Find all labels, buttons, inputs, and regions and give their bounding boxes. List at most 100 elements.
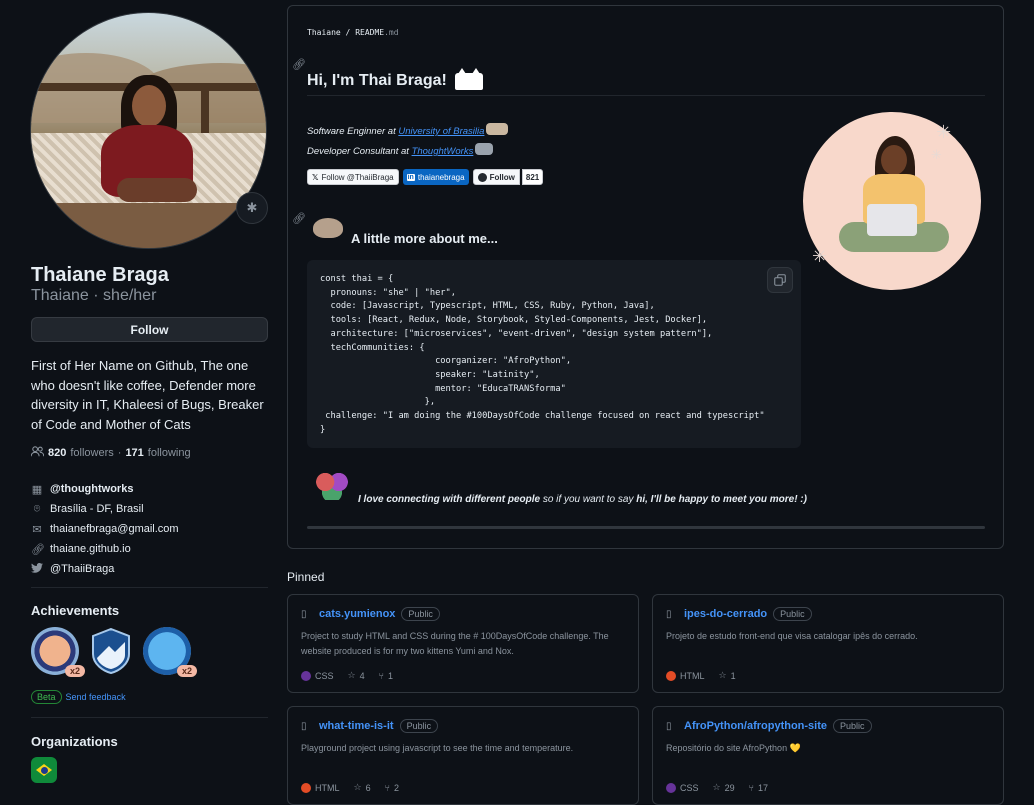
readme-title: Hi, I'm Thai Braga! — [307, 67, 483, 90]
repo-description: Project to study HTML and CSS during the… — [301, 631, 609, 656]
code-line: }, — [320, 397, 436, 408]
crumb-extension: .md — [384, 28, 399, 37]
pinned-repo-card: ▯ cats.yumienox Public Project to study … — [287, 594, 639, 693]
cat-mask-badge-icon[interactable]: x2 — [31, 627, 85, 677]
code-line: const thai = { — [320, 274, 394, 284]
repo-meta: CSS ☆ 4 ⑂ 1 — [301, 670, 393, 681]
building-icon: ▦ — [31, 483, 43, 496]
github-follow-label: Follow — [489, 172, 515, 182]
more-about-heading: A little more about me... — [351, 231, 498, 246]
beta-feedback: Beta Send feedback — [31, 690, 126, 704]
shark-badge-icon[interactable]: x2 — [143, 627, 197, 677]
company-text[interactable]: @thoughtworks — [50, 483, 133, 495]
follow-stats: 820 followers · 171 following — [30, 446, 191, 460]
linkedin-badge[interactable]: in thaianebraga — [402, 169, 469, 185]
tea-icon — [486, 123, 509, 135]
organizations-heading: Organizations — [31, 734, 118, 749]
x-logo-icon: 𝕏 — [312, 172, 319, 182]
social-badges: 𝕏 Follow @ThaiiBraga in thaianebraga Fol… — [307, 169, 544, 185]
repo-icon: ▯ — [301, 608, 307, 620]
repo-name-link[interactable]: what-time-is-it — [319, 720, 394, 732]
github-icon — [477, 172, 487, 182]
email-link[interactable]: thaianefbraga@gmail.com — [50, 523, 179, 535]
quote-middle: so if you want to say — [540, 494, 637, 505]
language-color-dot — [301, 782, 311, 793]
twitter-link[interactable]: @ThaiiBraga — [50, 563, 114, 575]
code-line: mentor: "EducaTRANSforma" — [320, 383, 566, 394]
github-follow-badge[interactable]: Follow 821 — [472, 169, 544, 185]
repo-language: HTML — [680, 670, 705, 681]
status-icon[interactable]: ✱ — [236, 192, 268, 224]
location-item: ⌾ Brasília - DF, Brasil — [31, 499, 179, 519]
repo-meta: HTML ☆ 6 ⑂ 2 — [301, 782, 399, 793]
repo-description: Playground project using javascript to s… — [301, 743, 574, 753]
pinned-repo-card: ▯ ipes-do-cerrado Public Projeto de estu… — [652, 594, 1004, 693]
star-icon: ☆ — [712, 782, 721, 792]
code-line: tools: [React, Redux, Node, Storybook, S… — [320, 315, 708, 326]
thoughtworks-link[interactable]: ThoughtWorks — [412, 146, 474, 157]
link-icon: 🔗︎ — [31, 543, 45, 556]
repo-stars[interactable]: ☆ 6 — [354, 782, 371, 793]
followers-label[interactable]: followers — [70, 447, 113, 459]
copy-icon[interactable] — [767, 267, 793, 293]
crumb-separator: / — [345, 28, 351, 37]
website-link[interactable]: thaiane.github.io — [50, 543, 131, 555]
beta-label: Beta — [31, 690, 62, 704]
arctic-badge-icon[interactable] — [87, 627, 135, 675]
repo-meta: CSS ☆ 29 ⑂ 17 — [666, 782, 768, 793]
quote-bold-1: I love connecting with different people — [358, 494, 541, 505]
avatar[interactable] — [31, 13, 266, 248]
send-feedback-link[interactable]: Send feedback — [66, 692, 126, 702]
repo-forks[interactable]: ⑂ 17 — [749, 783, 768, 793]
badge-count: x2 — [176, 665, 197, 677]
profile-bio: First of Her Name on Github, The one who… — [31, 358, 264, 432]
repo-name-link[interactable]: ipes-do-cerrado — [684, 608, 767, 620]
code-line: } — [320, 424, 326, 435]
twitter-follow-badge[interactable]: 𝕏 Follow @ThaiiBraga — [307, 169, 399, 185]
followers-count[interactable]: 820 — [48, 447, 66, 459]
repo-name-link[interactable]: AfroPython/afropython-site — [684, 720, 827, 732]
repo-description: Repositório do site AfroPython 💛 — [666, 743, 801, 753]
following-label[interactable]: following — [148, 447, 191, 459]
email-item: ✉ thaianefbraga@gmail.com — [31, 519, 179, 539]
anchor-link-icon[interactable]: 🔗︎ — [292, 212, 306, 225]
repo-icon: ▯ — [666, 720, 672, 732]
repo-icon: ▯ — [301, 720, 307, 732]
repo-language: HTML — [315, 782, 340, 793]
language-color-dot — [666, 782, 676, 793]
fork-icon: ⑂ — [378, 670, 385, 681]
quote-bold-2: hi, I'll be happy to meet you more! :) — [636, 494, 807, 505]
follow-button[interactable]: Follow — [31, 317, 268, 342]
badge-count: x2 — [64, 665, 85, 677]
following-count[interactable]: 171 — [125, 447, 143, 459]
star-icon: ☆ — [347, 670, 356, 680]
anchor-link-icon[interactable]: 🔗︎ — [292, 58, 306, 71]
repo-description: Projeto de estudo front-end que visa cat… — [666, 631, 918, 641]
pinned-repo-card: ▯ AfroPython/afropython-site Public Repo… — [652, 706, 1004, 805]
repo-name-link[interactable]: cats.yumienox — [319, 608, 395, 620]
brazil-flag-org-icon[interactable] — [31, 757, 57, 783]
achievements-heading[interactable]: Achievements — [31, 603, 119, 618]
crumb-user[interactable]: Thaiane — [307, 28, 341, 37]
repo-icon: ▯ — [666, 608, 672, 620]
role-line-1: Software Enginner at University of Brasi… — [307, 123, 509, 137]
website-item: 🔗︎ thaiane.github.io — [31, 539, 179, 559]
people-icon — [30, 446, 45, 460]
profile-details: ▦ @thoughtworks ⌾ Brasília - DF, Brasil … — [31, 479, 179, 579]
title-rule — [307, 95, 985, 96]
achievement-badges: x2 x2 — [31, 627, 197, 677]
star-icon: ☆ — [353, 782, 362, 792]
university-link[interactable]: University of Brasilia — [398, 126, 484, 137]
repo-forks[interactable]: ⑂ 2 — [385, 783, 399, 793]
visibility-badge: Public — [399, 719, 439, 733]
repo-stars[interactable]: ☆ 4 — [348, 670, 365, 681]
repo-forks[interactable]: ⑂ 1 — [379, 671, 393, 681]
readme-title-text: Hi, I'm Thai Braga! — [307, 72, 447, 89]
repo-stars[interactable]: ☆ 29 — [713, 782, 735, 793]
location-pin-icon: ⌾ — [33, 502, 41, 515]
language-color-dot — [666, 670, 676, 681]
repo-stars[interactable]: ☆ 1 — [719, 670, 736, 681]
snail-icon — [313, 218, 343, 238]
stats-separator: · — [117, 447, 122, 459]
pinned-heading: Pinned — [287, 570, 325, 584]
